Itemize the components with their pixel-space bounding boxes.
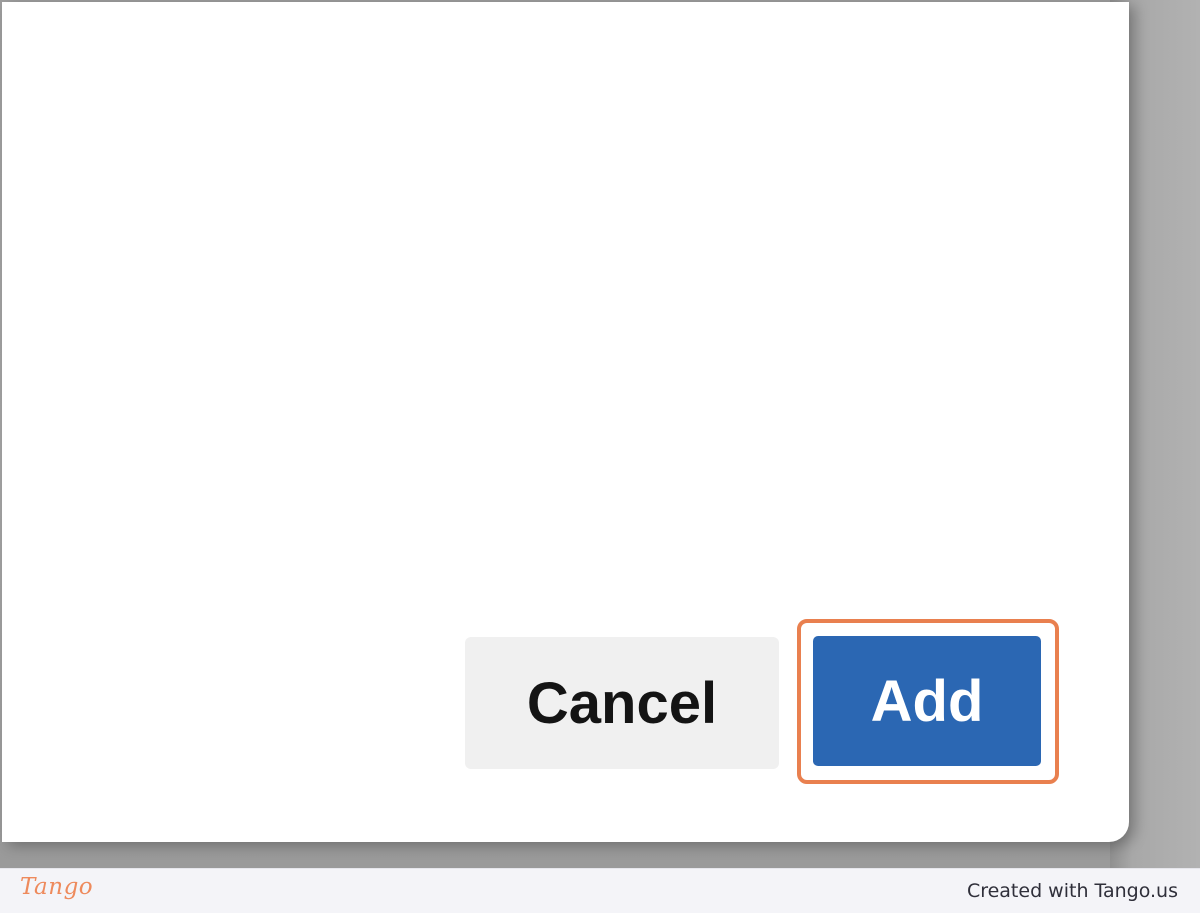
footer-bar: Tango Created with Tango.us bbox=[0, 868, 1200, 913]
tango-logo: Tango bbox=[20, 874, 94, 900]
add-button[interactable]: Add bbox=[813, 636, 1041, 766]
cancel-button[interactable]: Cancel bbox=[465, 637, 779, 769]
screenshot-frame: Cancel Add bbox=[0, 0, 1200, 868]
credit-text: Created with Tango.us bbox=[966, 880, 1178, 902]
